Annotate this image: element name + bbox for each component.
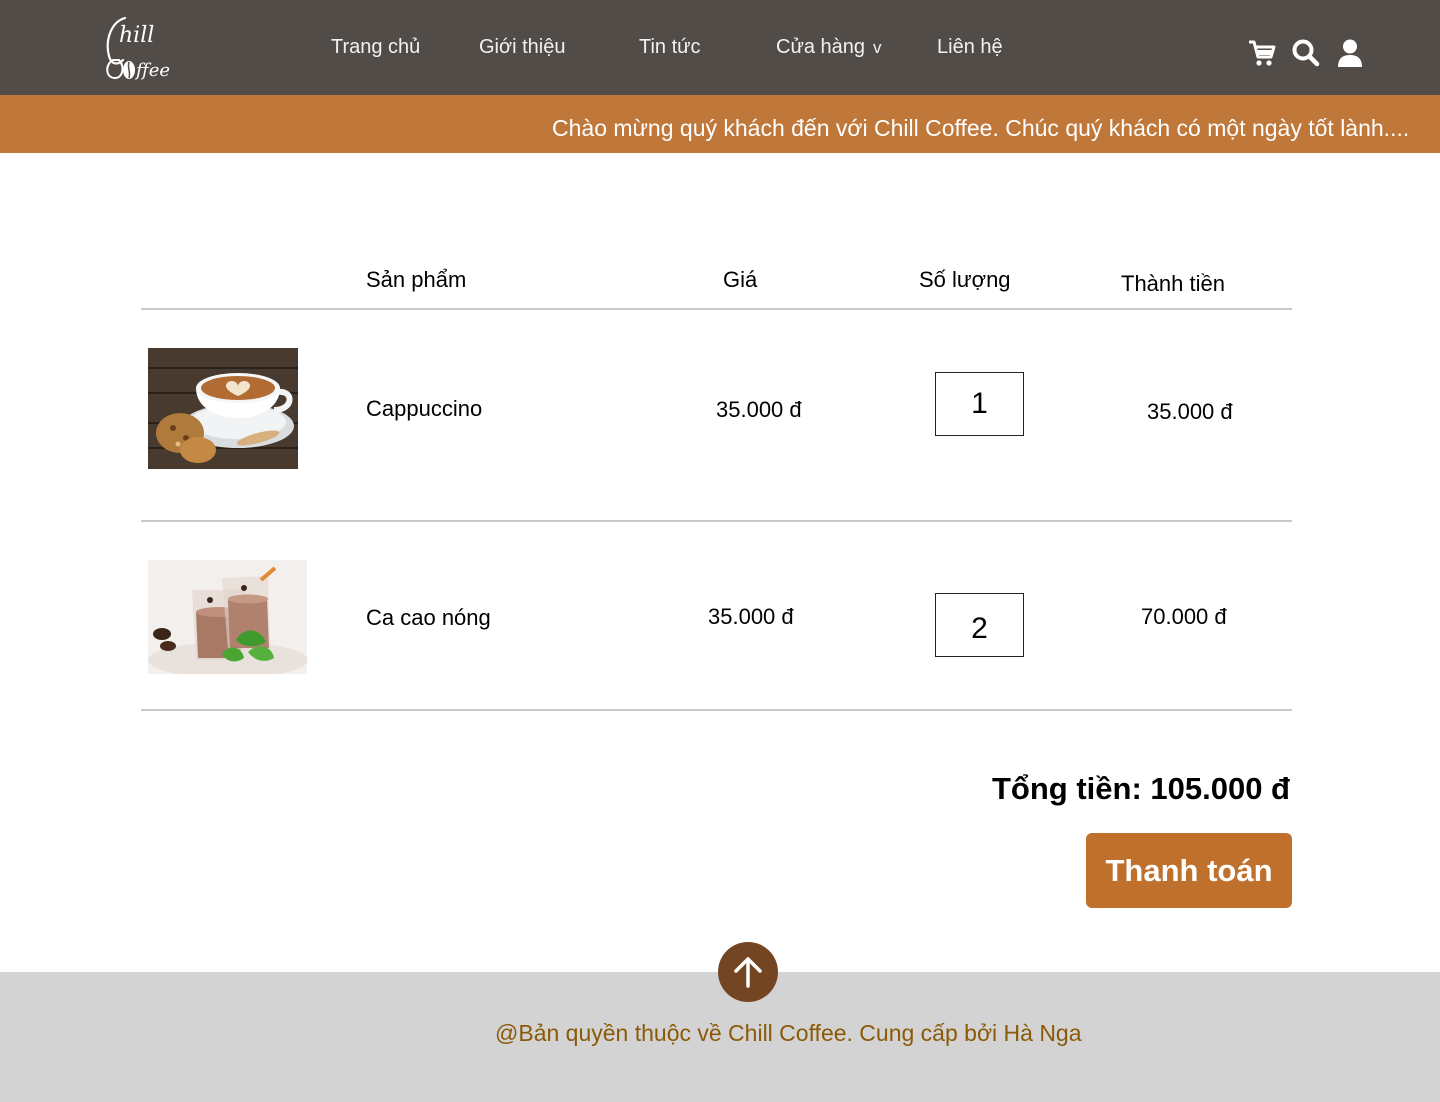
nav-news-label: Tin tức <box>639 36 701 58</box>
item-price: 35.000 đ <box>708 604 794 629</box>
quantity-input[interactable]: 1 <box>935 372 1024 436</box>
logo-word-hill: hill <box>119 23 154 48</box>
site-header: hill ffee Trang chủ Giới thiệu Tin tức C… <box>0 0 1440 95</box>
marquee-text: Chào mừng quý khách đến với Chill Coffee… <box>552 115 1410 141</box>
column-header-product: Sản phẩm <box>366 267 467 292</box>
logo-word-ffee: ffee <box>134 60 170 81</box>
page: hill ffee Trang chủ Giới thiệu Tin tức C… <box>0 0 1440 1102</box>
item-subtotal: 35.000 đ <box>1147 399 1233 424</box>
cart-total: Tổng tiền: 105.000 đ <box>991 771 1290 806</box>
item-subtotal: 70.000 đ <box>1141 604 1227 629</box>
search-icon[interactable] <box>1291 38 1321 68</box>
user-icon[interactable] <box>1335 38 1365 68</box>
column-header-quantity: Số lượng <box>919 267 1011 292</box>
nav-home-label: Trang chủ <box>331 36 421 58</box>
quantity-input[interactable]: 2 <box>935 593 1024 657</box>
table-divider <box>141 520 1292 522</box>
item-name: Ca cao nóng <box>366 605 491 630</box>
nav-about[interactable]: Giới thiệu <box>479 36 565 59</box>
scroll-to-top-button[interactable] <box>718 942 778 1002</box>
nav-news[interactable]: Tin tức <box>639 36 701 59</box>
column-header-price: Giá <box>723 267 758 292</box>
nav-shop-dropdown[interactable]: Cửa hàng v <box>776 36 882 59</box>
nav-contact[interactable]: Liên hệ <box>937 36 1003 59</box>
table-divider <box>141 709 1292 711</box>
nav-shop-label: Cửa hàng <box>776 36 866 58</box>
item-price: 35.000 đ <box>716 397 802 422</box>
nav-home[interactable]: Trang chủ <box>331 36 420 59</box>
cart-icon[interactable] <box>1247 38 1277 68</box>
chill-coffee-logo[interactable]: hill ffee <box>103 12 183 82</box>
column-header-subtotal: Thành tiền <box>1121 271 1225 296</box>
welcome-marquee: Chào mừng quý khách đến với Chill Coffee… <box>0 95 1440 153</box>
footer-copyright: @Bản quyền thuộc về Chill Coffee. Cung c… <box>495 1020 1082 1046</box>
item-name: Cappuccino <box>366 396 483 421</box>
product-image-ca-cao-nong <box>148 560 307 674</box>
checkout-button[interactable]: Thanh toán <box>1086 833 1292 908</box>
nav-contact-label: Liên hệ <box>937 36 1003 58</box>
product-image-cappuccino <box>148 348 298 469</box>
arrow-up-icon <box>734 957 762 988</box>
nav-about-label: Giới thiệu <box>479 36 566 58</box>
table-divider <box>141 308 1292 310</box>
chevron-down-icon: v <box>873 38 882 57</box>
